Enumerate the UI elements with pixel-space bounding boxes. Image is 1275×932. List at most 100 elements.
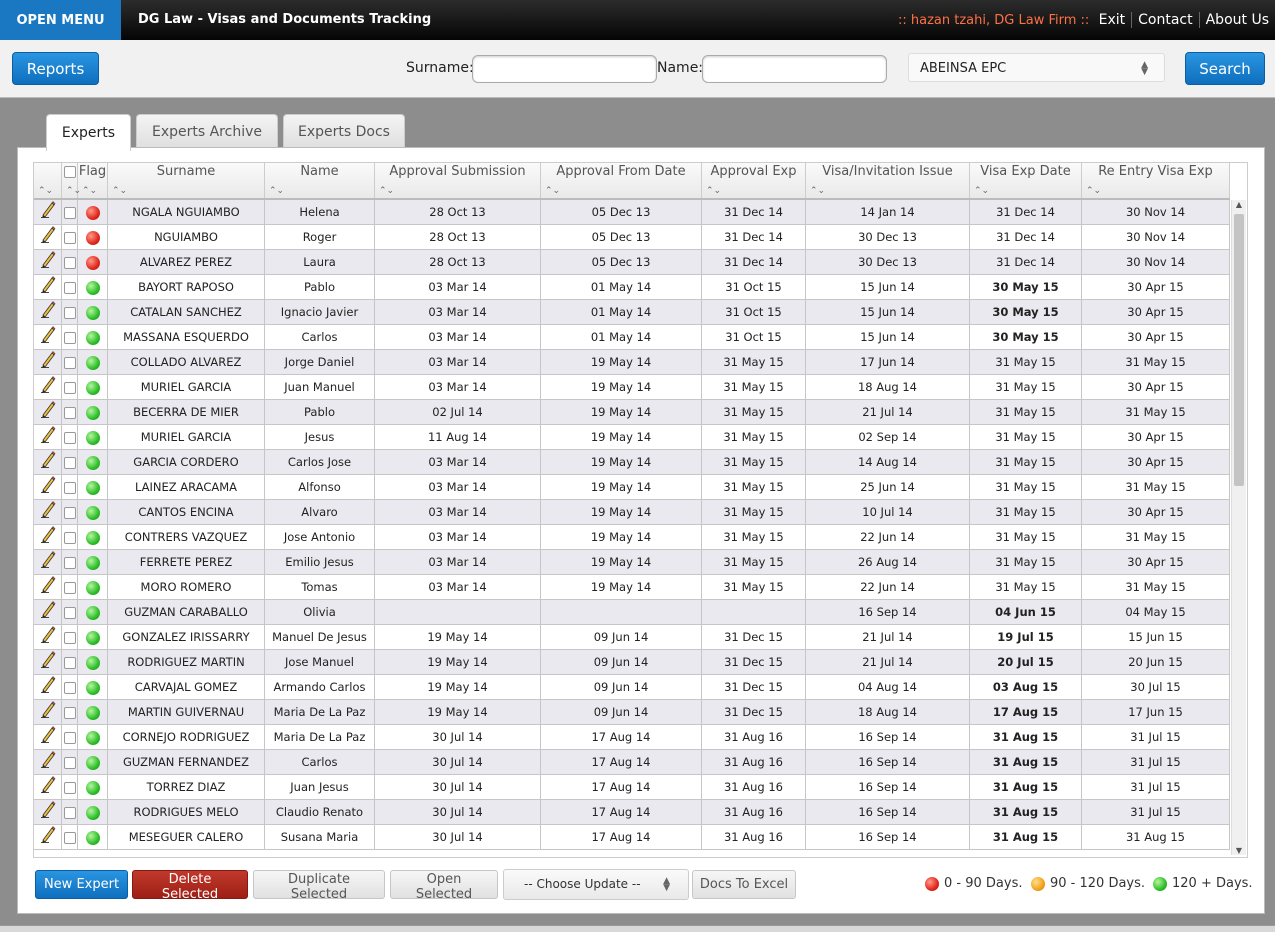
edit-pencil-icon[interactable] <box>40 350 56 374</box>
edit-pencil-icon[interactable] <box>40 775 56 799</box>
open-selected-button[interactable]: Open Selected <box>390 870 498 902</box>
table-row[interactable]: CARVAJAL GOMEZ Armando Carlos 19 May 14 09 … <box>34 675 1230 700</box>
name-input[interactable] <box>702 55 887 83</box>
row-checkbox[interactable] <box>63 456 76 469</box>
table-row[interactable]: MESEGUER CALERO Susana Maria 30 Jul 14 17 A… <box>34 825 1230 850</box>
edit-pencil-icon[interactable] <box>40 325 56 349</box>
table-row[interactable]: BECERRA DE MIER Pablo 02 Jul 14 19 May 14 31… <box>34 400 1230 425</box>
scroll-down-icon[interactable]: ▼ <box>1232 846 1246 855</box>
contact-link[interactable]: Contact <box>1131 12 1198 28</box>
sort-icon[interactable]: ⌃⌄ <box>38 187 53 196</box>
choose-update-select[interactable]: -- Choose Update -- ▲ ▼ <box>503 869 689 900</box>
row-checkbox[interactable] <box>63 431 76 444</box>
tab-experts-archive[interactable]: Experts Archive <box>136 114 278 149</box>
row-checkbox[interactable] <box>63 281 76 294</box>
delete-selected-button[interactable]: Delete Selected <box>132 870 248 902</box>
column-header-visa-invitation-issue[interactable]: Visa/Invitation Issue ⌃⌄ <box>806 163 970 198</box>
table-row[interactable]: MURIEL GARCIA Jesus 11 Aug 14 19 May 14 31 M… <box>34 425 1230 450</box>
edit-pencil-icon[interactable] <box>40 400 56 424</box>
column-header-re-entry-visa-exp[interactable]: Re Entry Visa Exp ⌃⌄ <box>1082 163 1230 198</box>
row-checkbox[interactable] <box>63 356 76 369</box>
edit-pencil-icon[interactable] <box>40 700 56 724</box>
table-row[interactable]: GUZMAN CARABALLO Olivia 16 Sep 14 04 Jun 15… <box>34 600 1230 625</box>
edit-pencil-icon[interactable] <box>40 500 56 524</box>
sort-icon[interactable]: ⌃⌄ <box>82 187 97 196</box>
table-row[interactable]: NGUIAMBO Roger 28 Oct 13 05 Dec 13 31 Dec 14… <box>34 225 1230 250</box>
edit-pencil-icon[interactable] <box>40 675 56 699</box>
edit-pencil-icon[interactable] <box>40 425 56 449</box>
row-checkbox[interactable] <box>63 306 76 319</box>
tab-experts[interactable]: Experts <box>46 114 131 151</box>
select-all-checkbox[interactable] <box>63 166 76 178</box>
edit-pencil-icon[interactable] <box>40 525 56 549</box>
row-checkbox[interactable] <box>63 231 76 244</box>
row-checkbox[interactable] <box>63 406 76 419</box>
column-header-visa-exp-date[interactable]: Visa Exp Date ⌃⌄ <box>970 163 1082 198</box>
open-menu-button[interactable]: OPEN MENU <box>0 0 121 40</box>
table-row[interactable]: BAYORT RAPOSO Pablo 03 Mar 14 01 May 14 31 O… <box>34 275 1230 300</box>
edit-pencil-icon[interactable] <box>40 650 56 674</box>
duplicate-selected-button[interactable]: Duplicate Selected <box>253 870 385 902</box>
row-checkbox[interactable] <box>63 381 76 394</box>
sort-icon[interactable]: ⌃⌄ <box>269 187 284 196</box>
sort-icon[interactable]: ⌃⌄ <box>706 187 721 196</box>
table-row[interactable]: RODRIGUEZ MARTIN Jose Manuel 19 May 14 09 J… <box>34 650 1230 675</box>
column-header-select[interactable]: ⌃⌄ <box>62 163 81 198</box>
edit-pencil-icon[interactable] <box>40 275 56 299</box>
table-row[interactable]: COLLADO ALVAREZ Jorge Daniel 03 Mar 14 19 M… <box>34 350 1230 375</box>
row-checkbox[interactable] <box>63 831 76 844</box>
table-row[interactable]: MASSANA ESQUERDO Carlos 03 Mar 14 01 May 14… <box>34 325 1230 350</box>
table-row[interactable]: FERRETE PEREZ Emilio Jesus 03 Mar 14 19 May… <box>34 550 1230 575</box>
table-row[interactable]: GUZMAN FERNANDEZ Carlos 30 Jul 14 17 Aug 14… <box>34 750 1230 775</box>
edit-pencil-icon[interactable] <box>40 600 56 624</box>
edit-pencil-icon[interactable] <box>40 475 56 499</box>
edit-pencil-icon[interactable] <box>40 550 56 574</box>
edit-pencil-icon[interactable] <box>40 825 56 849</box>
surname-input[interactable] <box>472 55 657 83</box>
row-checkbox[interactable] <box>63 656 76 669</box>
table-row[interactable]: TORREZ DIAZ Juan Jesus 30 Jul 14 17 Aug 14 3… <box>34 775 1230 800</box>
row-checkbox[interactable] <box>63 331 76 344</box>
row-checkbox[interactable] <box>63 731 76 744</box>
reports-button[interactable]: Reports <box>12 52 99 85</box>
table-row[interactable]: CORNEJO RODRIGUEZ Maria De La Paz 30 Jul 1… <box>34 725 1230 750</box>
table-row[interactable]: ALVAREZ PEREZ Laura 28 Oct 13 05 Dec 13 31 D… <box>34 250 1230 275</box>
row-checkbox[interactable] <box>63 506 76 519</box>
table-row[interactable]: RODRIGUES MELO Claudio Renato 30 Jul 14 17 … <box>34 800 1230 825</box>
edit-pencil-icon[interactable] <box>40 450 56 474</box>
row-checkbox[interactable] <box>63 206 76 219</box>
row-checkbox[interactable] <box>63 606 76 619</box>
column-header-approval-from-date[interactable]: Approval From Date ⌃⌄ <box>541 163 702 198</box>
column-header-surname[interactable]: Surname ⌃⌄ <box>108 163 265 198</box>
sort-icon[interactable]: ⌃⌄ <box>379 187 394 196</box>
column-header-approval-submission[interactable]: Approval Submission ⌃⌄ <box>375 163 541 198</box>
table-row[interactable]: CATALAN SANCHEZ Ignacio Javier 03 Mar 14 01… <box>34 300 1230 325</box>
table-row[interactable]: GARCIA CORDERO Carlos Jose 03 Mar 14 19 May… <box>34 450 1230 475</box>
column-header-flag[interactable]: Flag ⌃⌄ <box>78 163 108 198</box>
sort-icon[interactable]: ⌃⌄ <box>1086 187 1101 196</box>
table-row[interactable]: MORO ROMERO Tomas 03 Mar 14 19 May 14 31 May… <box>34 575 1230 600</box>
edit-pencil-icon[interactable] <box>40 375 56 399</box>
table-row[interactable]: MURIEL GARCIA Juan Manuel 03 Mar 14 19 May … <box>34 375 1230 400</box>
row-checkbox[interactable] <box>63 556 76 569</box>
sort-icon[interactable]: ⌃⌄ <box>545 187 560 196</box>
row-checkbox[interactable] <box>63 681 76 694</box>
column-header-edit[interactable]: ⌃⌄ <box>34 163 62 198</box>
table-row[interactable]: NGALA NGUIAMBO Helena 28 Oct 13 05 Dec 13 31… <box>34 200 1230 225</box>
sort-icon[interactable]: ⌃⌄ <box>112 187 127 196</box>
edit-pencil-icon[interactable] <box>40 725 56 749</box>
search-button[interactable]: Search <box>1185 52 1265 85</box>
grid-scrollbar[interactable]: ▲ ▼ <box>1231 200 1246 855</box>
row-checkbox[interactable] <box>63 756 76 769</box>
table-row[interactable]: GONZALEZ IRISSARRY Manuel De Jesus 19 May … <box>34 625 1230 650</box>
table-row[interactable]: CANTOS ENCINA Alvaro 03 Mar 14 19 May 14 31 … <box>34 500 1230 525</box>
row-checkbox[interactable] <box>63 531 76 544</box>
column-header-approval-exp[interactable]: Approval Exp ⌃⌄ <box>702 163 806 198</box>
edit-pencil-icon[interactable] <box>40 300 56 324</box>
column-header-name[interactable]: Name ⌃⌄ <box>265 163 375 198</box>
sort-icon[interactable]: ⌃⌄ <box>974 187 989 196</box>
table-row[interactable]: CONTRERS VAZQUEZ Jose Antonio 03 Mar 14 19 … <box>34 525 1230 550</box>
edit-pencil-icon[interactable] <box>40 625 56 649</box>
about-us-link[interactable]: About Us <box>1198 12 1275 28</box>
table-row[interactable]: LAINEZ ARACAMA Alfonso 03 Mar 14 19 May 14 3… <box>34 475 1230 500</box>
